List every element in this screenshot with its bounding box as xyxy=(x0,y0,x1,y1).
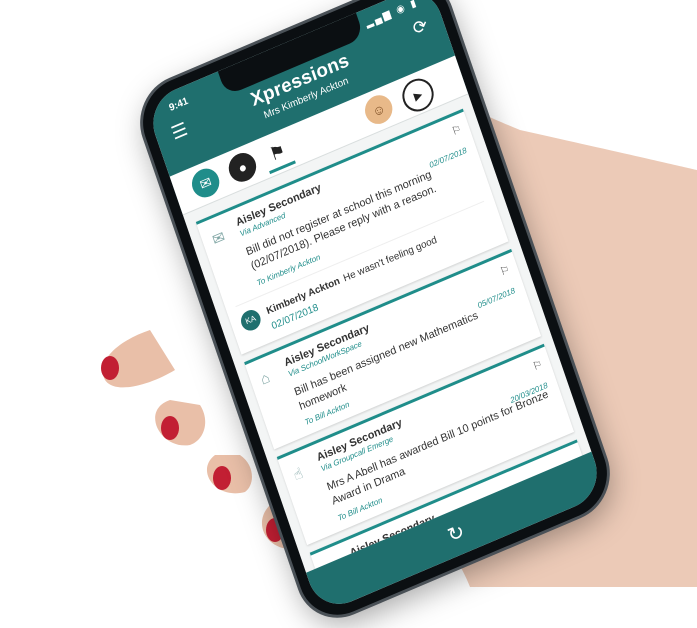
groupcall-logo-icon[interactable]: ↻ xyxy=(444,518,468,548)
tab-flag-icon[interactable]: ⚑ xyxy=(259,133,296,175)
nail-1 xyxy=(101,356,119,380)
homework-icon: ⌂ xyxy=(258,368,273,389)
envelope-icon: ✉ xyxy=(210,228,228,250)
thumbs-up-icon: ☝ xyxy=(291,465,306,485)
user-avatar-icon[interactable]: ☺ xyxy=(361,90,397,129)
nail-3 xyxy=(213,466,231,490)
status-time: 9:41 xyxy=(167,95,190,114)
tab-logo-icon[interactable]: ✉ xyxy=(188,164,224,202)
nail-2 xyxy=(161,416,179,440)
reply-avatar: KA xyxy=(238,306,264,334)
tab-globe-icon[interactable]: ● xyxy=(225,148,260,187)
play-icon[interactable]: ▶ xyxy=(398,73,438,117)
